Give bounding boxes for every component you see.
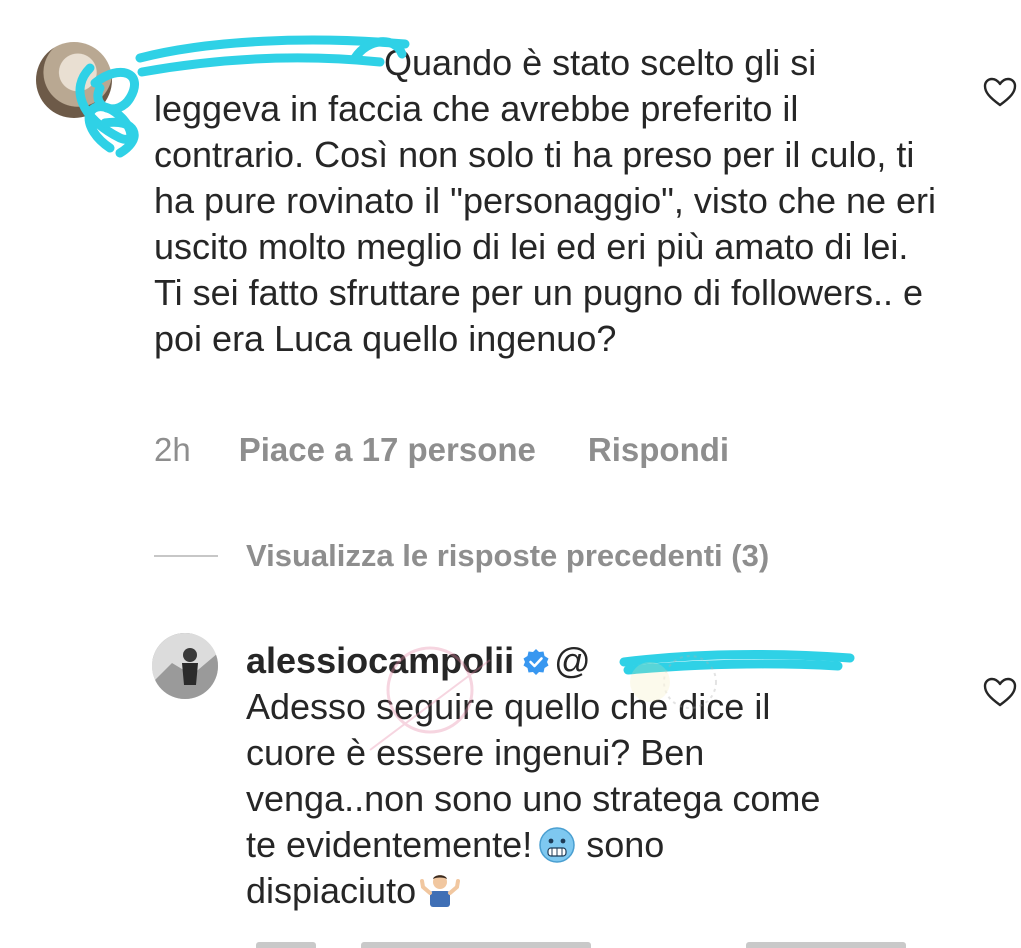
reply-line: venga..non sono uno stratega come — [246, 778, 821, 819]
person-shrugging-emoji — [420, 875, 461, 907]
reply-line: sono — [576, 824, 665, 865]
comment-time: 2h — [154, 431, 191, 468]
reply-header: alessiocampolii @ — [246, 638, 591, 684]
reply-button[interactable]: Rispondi — [588, 430, 729, 470]
divider-line — [154, 555, 218, 557]
reply-line: dispiaciuto — [246, 870, 417, 911]
next-comment-meta-cutoff — [246, 932, 916, 948]
likes-count-link[interactable]: Piace a 17 persone — [239, 430, 536, 470]
avatar-photo — [152, 633, 218, 699]
reply-line: Adesso seguire quello che dice il — [246, 686, 771, 727]
verified-badge-icon — [523, 649, 549, 675]
heart-outline-icon[interactable] — [983, 677, 1017, 707]
heart-outline-icon[interactable] — [983, 77, 1017, 107]
reply-line: te evidentemente! — [246, 824, 533, 865]
mention-link[interactable]: @ — [554, 640, 591, 681]
comments-screen: Quando è stato scelto gli si leggeva in … — [0, 0, 1021, 948]
view-replies-label: Visualizza le risposte precedenti (3) — [246, 538, 770, 573]
redacted-username — [154, 45, 374, 75]
username-link[interactable]: alessiocampolii — [246, 640, 514, 681]
avatar[interactable] — [36, 42, 112, 118]
reply-text: Adesso seguire quello che dice il cuore … — [246, 684, 926, 914]
reply-line: cuore è essere ingenui? Ben — [246, 732, 705, 773]
avatar[interactable] — [152, 633, 218, 699]
comment-body: Quando è stato scelto gli si leggeva in … — [154, 42, 947, 359]
view-previous-replies[interactable]: Visualizza le risposte precedenti (3) — [154, 534, 769, 578]
freezing-face-emoji — [539, 827, 575, 863]
redaction-scribble — [619, 650, 855, 675]
comment-meta: 2h Piace a 17 persone Rispondi — [154, 430, 729, 470]
comment-text: Quando è stato scelto gli si leggeva in … — [154, 40, 944, 362]
